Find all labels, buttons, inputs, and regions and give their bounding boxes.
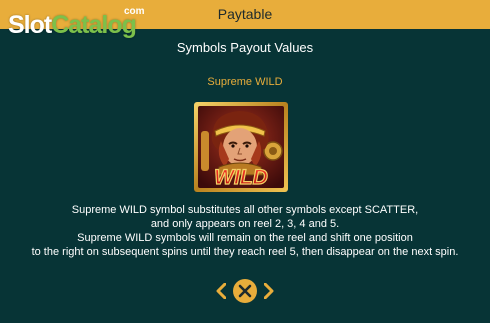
logo-part-slot: Slot (8, 11, 52, 39)
logo-wordmark: SlotCatalog (8, 11, 137, 39)
chevron-left-icon (216, 282, 227, 300)
close-icon (233, 279, 257, 303)
description-line: and only appears on reel 2, 3, 4 and 5. (150, 218, 340, 230)
description-line: to the right on subsequent spins until t… (31, 246, 459, 258)
symbol-description: Supreme WILD symbol substitutes all othe… (0, 203, 490, 259)
wild-symbol-text: WILD (214, 166, 268, 189)
paytable-navigation (216, 277, 274, 305)
close-paytable-button[interactable] (232, 278, 258, 304)
slotcatalog-logo: SlotCatalog com (8, 6, 168, 40)
previous-page-button[interactable] (216, 282, 227, 300)
description-line: Supreme WILD symbol substitutes all othe… (71, 204, 419, 216)
logo-suffix: com (124, 6, 145, 17)
chevron-right-icon (263, 282, 274, 300)
symbol-name: Supreme WILD (207, 76, 283, 88)
section-title: Symbols Payout Values (176, 40, 314, 55)
monkey-king-wild-icon: WILD (193, 101, 289, 193)
description-line: Supreme WILD symbols will remain on the … (77, 232, 413, 244)
next-page-button[interactable] (263, 282, 274, 300)
